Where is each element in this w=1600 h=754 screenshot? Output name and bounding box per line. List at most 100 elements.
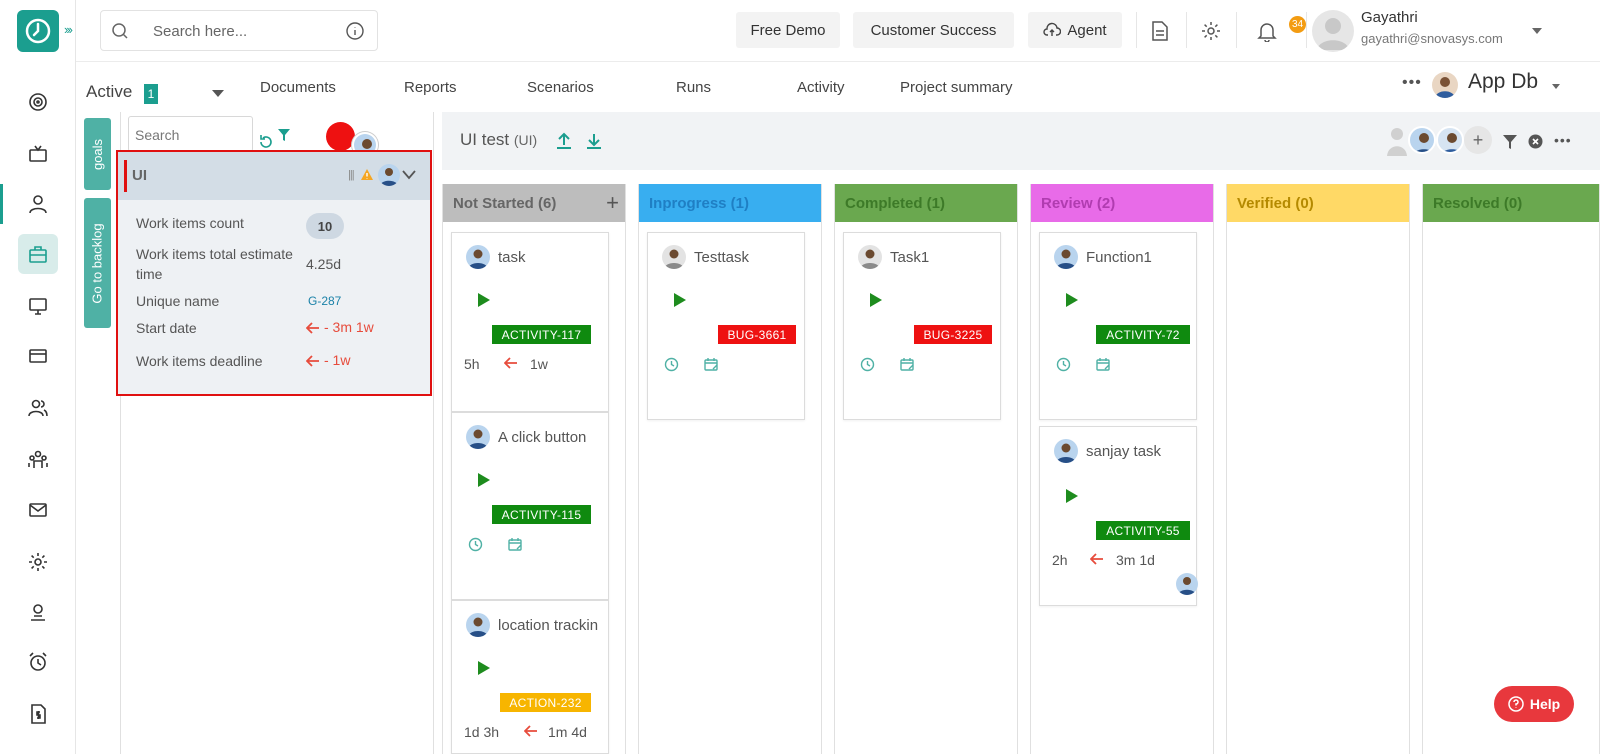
free-demo-button[interactable]: Free Demo bbox=[736, 12, 840, 48]
card-title[interactable]: sanjay task bbox=[1086, 443, 1192, 460]
bell-icon[interactable] bbox=[1256, 20, 1278, 42]
agent-button[interactable]: Agent bbox=[1028, 12, 1122, 48]
card-tag[interactable]: ACTIVITY-117 bbox=[492, 325, 591, 344]
play-icon[interactable] bbox=[870, 293, 882, 307]
app-logo-icon[interactable] bbox=[17, 10, 59, 52]
play-icon[interactable] bbox=[674, 293, 686, 307]
work-item-card[interactable]: task ACTIVITY-117 5h 1w bbox=[451, 232, 609, 412]
card-tag[interactable]: BUG-3225 bbox=[914, 325, 992, 344]
member-avatar[interactable] bbox=[1436, 126, 1464, 154]
help-button[interactable]: Help bbox=[1494, 686, 1574, 722]
card-assignee-avatar[interactable] bbox=[662, 245, 686, 269]
calendar-edit-icon[interactable] bbox=[900, 357, 915, 372]
play-icon[interactable] bbox=[478, 661, 490, 675]
briefcase-icon[interactable] bbox=[18, 234, 58, 274]
clock-icon[interactable] bbox=[468, 537, 483, 552]
work-item-card[interactable]: A click button ACTIVITY-115 bbox=[451, 412, 609, 600]
user-avatar[interactable] bbox=[1312, 10, 1354, 52]
card-title[interactable]: Task1 bbox=[890, 249, 996, 266]
goal-search-input[interactable]: Search bbox=[128, 116, 253, 152]
work-item-card[interactable]: location trackin ACTION-232 1d 3h 1m 4d bbox=[451, 600, 609, 754]
expand-menu-icon[interactable]: ››› bbox=[64, 22, 73, 37]
card-title[interactable]: Testtask bbox=[694, 249, 800, 266]
card-tag[interactable]: ACTION-232 bbox=[500, 693, 591, 712]
tab-reports[interactable]: Reports bbox=[404, 79, 457, 96]
clock-icon[interactable] bbox=[860, 357, 875, 372]
mail-icon[interactable] bbox=[18, 490, 58, 530]
tab-documents[interactable]: Documents bbox=[260, 79, 336, 96]
clock-icon[interactable] bbox=[1056, 357, 1071, 372]
play-icon[interactable] bbox=[478, 293, 490, 307]
download-icon[interactable] bbox=[586, 132, 602, 150]
backlog-side-tab[interactable]: Go to backlog bbox=[84, 198, 111, 328]
document-icon[interactable] bbox=[1150, 20, 1170, 42]
goal-card-ui[interactable]: UI ||| Work items count 10 Work items to… bbox=[116, 150, 432, 396]
gear-icon[interactable] bbox=[1200, 20, 1222, 42]
card-reviewer-avatar[interactable] bbox=[1176, 573, 1198, 595]
customer-success-button[interactable]: Customer Success bbox=[853, 12, 1014, 48]
tab-activity[interactable]: Activity bbox=[797, 79, 845, 96]
play-icon[interactable] bbox=[478, 473, 490, 487]
goal-assignee-avatar[interactable] bbox=[378, 164, 400, 186]
goal-header[interactable]: UI ||| bbox=[118, 152, 430, 200]
goals-side-tab[interactable]: goals bbox=[84, 118, 111, 190]
card-title[interactable]: Function1 bbox=[1086, 249, 1192, 266]
user-icon[interactable] bbox=[18, 184, 58, 224]
tab-runs[interactable]: Runs bbox=[676, 79, 711, 96]
board-filter-icon[interactable] bbox=[1502, 134, 1518, 150]
member-avatar[interactable] bbox=[1408, 126, 1436, 154]
monitor-icon[interactable] bbox=[18, 286, 58, 326]
clear-filter-icon[interactable] bbox=[1528, 134, 1543, 149]
play-icon[interactable] bbox=[1066, 293, 1078, 307]
active-filter-label[interactable]: Active bbox=[86, 82, 132, 102]
work-item-card[interactable]: sanjay task ACTIVITY-55 2h 3m 1d bbox=[1039, 426, 1198, 606]
card-assignee-avatar[interactable] bbox=[466, 425, 490, 449]
team-icon[interactable] bbox=[18, 440, 58, 480]
add-card-icon[interactable]: + bbox=[606, 190, 619, 216]
tab-project-summary[interactable]: Project summary bbox=[900, 79, 1013, 96]
card-assignee-avatar[interactable] bbox=[1054, 439, 1078, 463]
alarm-clock-icon[interactable] bbox=[18, 642, 58, 682]
invoice-icon[interactable] bbox=[18, 694, 58, 734]
chevron-down-icon[interactable] bbox=[402, 170, 416, 180]
card-title[interactable]: A click button bbox=[498, 429, 604, 446]
calendar-edit-icon[interactable] bbox=[704, 357, 719, 372]
card-tag[interactable]: ACTIVITY-55 bbox=[1096, 521, 1190, 540]
card-tag[interactable]: BUG-3661 bbox=[718, 325, 796, 344]
active-dropdown-caret-icon[interactable] bbox=[212, 90, 224, 97]
card-assignee-avatar[interactable] bbox=[858, 245, 882, 269]
work-item-card[interactable]: Function1 ACTIVITY-72 bbox=[1039, 232, 1197, 420]
card-tag[interactable]: ACTIVITY-72 bbox=[1096, 325, 1190, 344]
card-title[interactable]: task bbox=[498, 249, 604, 266]
tab-scenarios[interactable]: Scenarios bbox=[527, 79, 594, 96]
card-assignee-avatar[interactable] bbox=[466, 613, 490, 637]
calendar-edit-icon[interactable] bbox=[1096, 357, 1111, 372]
upload-icon[interactable] bbox=[556, 132, 572, 150]
play-icon[interactable] bbox=[1066, 489, 1078, 503]
project-name[interactable]: App Db bbox=[1468, 70, 1538, 94]
info-icon[interactable] bbox=[345, 21, 365, 41]
unique-name-link[interactable]: G-287 bbox=[308, 294, 341, 308]
card-icon[interactable] bbox=[18, 336, 58, 376]
user-menu-chevron-down-icon[interactable] bbox=[1532, 28, 1542, 34]
work-item-card[interactable]: Testtask BUG-3661 bbox=[647, 232, 805, 420]
card-assignee-avatar[interactable] bbox=[466, 245, 490, 269]
work-item-card[interactable]: Task1 BUG-3225 bbox=[843, 232, 1001, 420]
settings-icon[interactable] bbox=[18, 542, 58, 582]
refresh-icon[interactable] bbox=[258, 134, 274, 150]
project-chevron-down-icon[interactable] bbox=[1552, 84, 1560, 89]
profile-badge-icon[interactable] bbox=[18, 592, 58, 632]
card-assignee-avatar[interactable] bbox=[1054, 245, 1078, 269]
calendar-edit-icon[interactable] bbox=[508, 537, 523, 552]
add-member-icon[interactable]: + bbox=[1464, 126, 1492, 154]
board-more-icon[interactable]: ••• bbox=[1554, 132, 1572, 148]
card-title[interactable]: location trackin bbox=[498, 617, 604, 634]
filter-icon[interactable] bbox=[277, 128, 291, 142]
global-search[interactable]: Search here... bbox=[100, 10, 378, 51]
search-input[interactable]: Search here... bbox=[153, 23, 247, 40]
unassigned-user-icon[interactable] bbox=[1386, 126, 1408, 156]
clock-icon[interactable] bbox=[664, 357, 679, 372]
more-options-icon[interactable]: ••• bbox=[1402, 74, 1422, 92]
dashboard-icon[interactable] bbox=[18, 82, 58, 122]
card-tag[interactable]: ACTIVITY-115 bbox=[492, 505, 591, 524]
